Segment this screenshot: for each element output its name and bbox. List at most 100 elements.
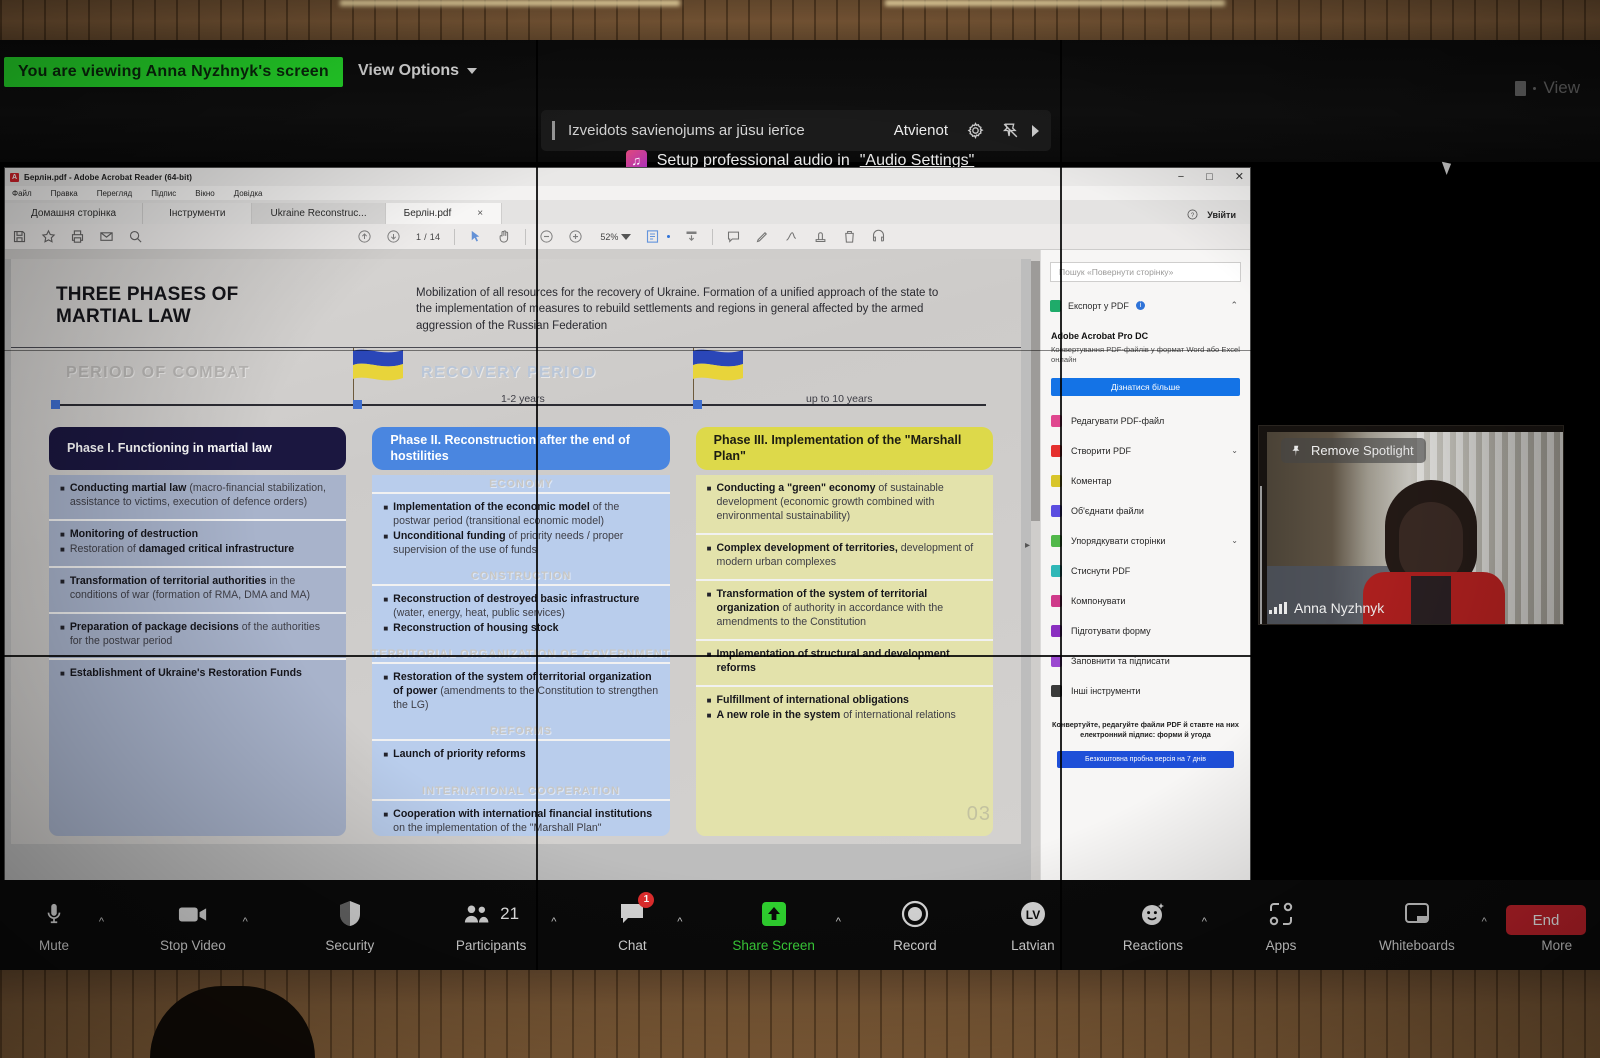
chevron-up-icon[interactable]: ^ xyxy=(677,916,682,928)
participant-video-tile[interactable]: Remove Spotlight Anna Nyzhnyk xyxy=(1258,425,1564,625)
audio-hint-text: Setup professional audio in xyxy=(656,151,850,169)
apps-button[interactable]: Apps xyxy=(1253,898,1309,953)
pdf-document-area[interactable]: THREE PHASES OF MARTIAL LAW Mobilization … xyxy=(5,250,1040,881)
tab-ukraine-reconstruction[interactable]: Ukraine Reconstruc... xyxy=(252,203,386,224)
reactions-button[interactable]: Reactions ^ xyxy=(1123,898,1207,953)
face xyxy=(1399,502,1463,582)
bullet-item: ■ Preparation of package decisions of the… xyxy=(60,620,321,647)
chevron-down-icon[interactable]: ⌄ xyxy=(1231,536,1238,545)
info-icon[interactable]: i xyxy=(1135,301,1145,310)
tool-fill-and-sign[interactable]: Заповнити та підписати xyxy=(1051,646,1240,676)
free-trial-button[interactable]: Безкоштовна пробна версія на 7 днів xyxy=(1057,751,1234,769)
menu-help[interactable]: Довідка xyxy=(234,189,263,198)
tab-home[interactable]: Домашня сторінка xyxy=(5,203,144,224)
menu-file[interactable]: Файл xyxy=(12,189,32,198)
close-button[interactable]: ✕ xyxy=(1235,170,1244,183)
menu-view[interactable]: Перегляд xyxy=(97,189,133,198)
chevron-up-icon[interactable]: ^ xyxy=(99,916,104,928)
export-pdf-item[interactable]: Експорт у PDF i ⌃ xyxy=(1050,296,1241,315)
select-tool-icon[interactable] xyxy=(468,229,483,244)
tool-prepare-form[interactable]: Підготувати форму xyxy=(1051,616,1240,646)
star-icon[interactable] xyxy=(41,229,56,244)
comment-icon[interactable] xyxy=(726,229,741,244)
end-meeting-button[interactable]: End xyxy=(1506,905,1586,935)
tool-compress-pdf[interactable]: Стиснути PDF xyxy=(1051,556,1240,586)
tool-combine-files[interactable]: Об'єднати файли xyxy=(1051,496,1240,526)
page-fit-icon[interactable] xyxy=(684,229,699,244)
mute-label: Mute xyxy=(38,937,69,953)
security-button[interactable]: Security xyxy=(322,898,378,953)
hand-tool-icon[interactable] xyxy=(497,229,512,244)
highlight-icon[interactable] xyxy=(755,229,770,244)
svg-text:LV: LV xyxy=(1026,908,1040,922)
stamp-icon[interactable] xyxy=(813,229,828,244)
pin-off-icon[interactable] xyxy=(1001,121,1020,140)
chevron-down-icon[interactable] xyxy=(621,233,632,240)
view-options-button[interactable]: View Options xyxy=(358,62,478,80)
panel-collapse-handle[interactable]: ▸ xyxy=(1025,540,1030,551)
tab-berlin-pdf[interactable]: Берлін.pdf × xyxy=(385,203,503,224)
tool-organize-pages[interactable]: Упорядкувати сторінки ⌄ xyxy=(1051,526,1240,556)
tool-create-pdf[interactable]: Створити PDF ⌄ xyxy=(1051,436,1240,466)
chevron-up-icon[interactable]: ^ xyxy=(1202,916,1207,928)
read-aloud-icon[interactable] xyxy=(871,229,886,244)
menu-window[interactable]: Вікно xyxy=(195,189,214,198)
chevron-up-icon[interactable]: ⌃ xyxy=(1230,300,1238,311)
zoom-out-icon[interactable] xyxy=(539,229,554,244)
menu-edit[interactable]: Правка xyxy=(51,189,78,198)
shield-icon xyxy=(338,898,362,930)
remove-spotlight-button[interactable]: Remove Spotlight xyxy=(1281,438,1426,463)
tool-more-tools[interactable]: Інші інструменти xyxy=(1051,676,1240,706)
adobe-logo-icon: A xyxy=(10,172,19,182)
tab-tools[interactable]: Інструменти xyxy=(143,203,253,224)
tool-edit-pdf[interactable]: Редагувати PDF-файл xyxy=(1051,406,1240,436)
delete-icon[interactable] xyxy=(842,229,857,244)
tab-tools-label: Інструменти xyxy=(169,208,226,219)
search-icon[interactable] xyxy=(128,229,143,244)
help-icon[interactable]: ? xyxy=(1187,209,1198,220)
tool-comment[interactable]: Коментар xyxy=(1051,466,1240,496)
chevron-up-icon[interactable]: ^ xyxy=(551,916,556,928)
zoom-level[interactable]: 52% xyxy=(600,232,618,242)
disconnect-button[interactable]: Atvienot xyxy=(894,122,948,139)
whiteboards-button[interactable]: Whiteboards ^ xyxy=(1379,898,1487,953)
projected-screen: You are viewing Anna Nyzhnyk's screen Vi… xyxy=(0,40,1600,970)
chevron-up-icon[interactable]: ^ xyxy=(243,916,248,928)
save-icon[interactable] xyxy=(12,229,27,244)
scroll-down-icon[interactable] xyxy=(386,229,401,244)
email-icon[interactable] xyxy=(99,229,114,244)
view-layout-button[interactable]: View xyxy=(1515,78,1580,98)
participants-button[interactable]: 21 Participants ^ xyxy=(456,898,557,953)
tool-arrange[interactable]: Компонувати xyxy=(1051,586,1240,616)
print-icon[interactable] xyxy=(70,229,85,244)
learn-more-button[interactable]: Дізнатися більше xyxy=(1051,377,1240,396)
scrollbar-thumb[interactable] xyxy=(1031,261,1040,521)
chevron-up-icon[interactable]: ^ xyxy=(1482,916,1487,928)
tools-search-input[interactable]: Пошук «Повернути сторінку» xyxy=(1050,262,1241,282)
share-screen-button[interactable]: Share Screen ^ xyxy=(732,898,841,953)
sign-icon[interactable] xyxy=(784,229,799,244)
audio-settings-link[interactable]: "Audio Settings" xyxy=(860,152,975,170)
menu-sign[interactable]: Підпис xyxy=(151,189,176,198)
chevron-up-icon[interactable]: ^ xyxy=(836,916,841,928)
pdf-vertical-scrollbar[interactable] xyxy=(1031,259,1040,881)
record-button[interactable]: Record xyxy=(887,898,943,953)
fit-page-icon[interactable] xyxy=(645,229,660,244)
page-indicator[interactable]: 1 / 14 xyxy=(416,232,440,242)
bullet-square-icon: ■ xyxy=(383,623,389,633)
close-icon[interactable]: × xyxy=(477,208,483,219)
bullet-square-icon: ■ xyxy=(60,576,65,586)
chat-button[interactable]: 1 Chat ^ xyxy=(604,891,682,953)
language-button[interactable]: LV Latvian xyxy=(1005,898,1061,953)
maximize-button[interactable]: □ xyxy=(1206,171,1213,183)
scroll-up-icon[interactable] xyxy=(357,229,372,244)
minimize-button[interactable]: − xyxy=(1178,171,1184,183)
mute-button[interactable]: Mute ^ xyxy=(26,898,104,953)
chevron-right-icon[interactable] xyxy=(1032,124,1039,137)
chevron-down-icon[interactable]: ⌄ xyxy=(1231,446,1238,455)
stop-video-button[interactable]: Stop Video ^ xyxy=(160,898,248,953)
tab-home-label: Домашня сторінка xyxy=(31,208,117,219)
sign-in-button[interactable]: Увійти xyxy=(1207,210,1236,220)
zoom-in-icon[interactable] xyxy=(568,229,583,244)
gear-icon[interactable] xyxy=(966,121,985,140)
